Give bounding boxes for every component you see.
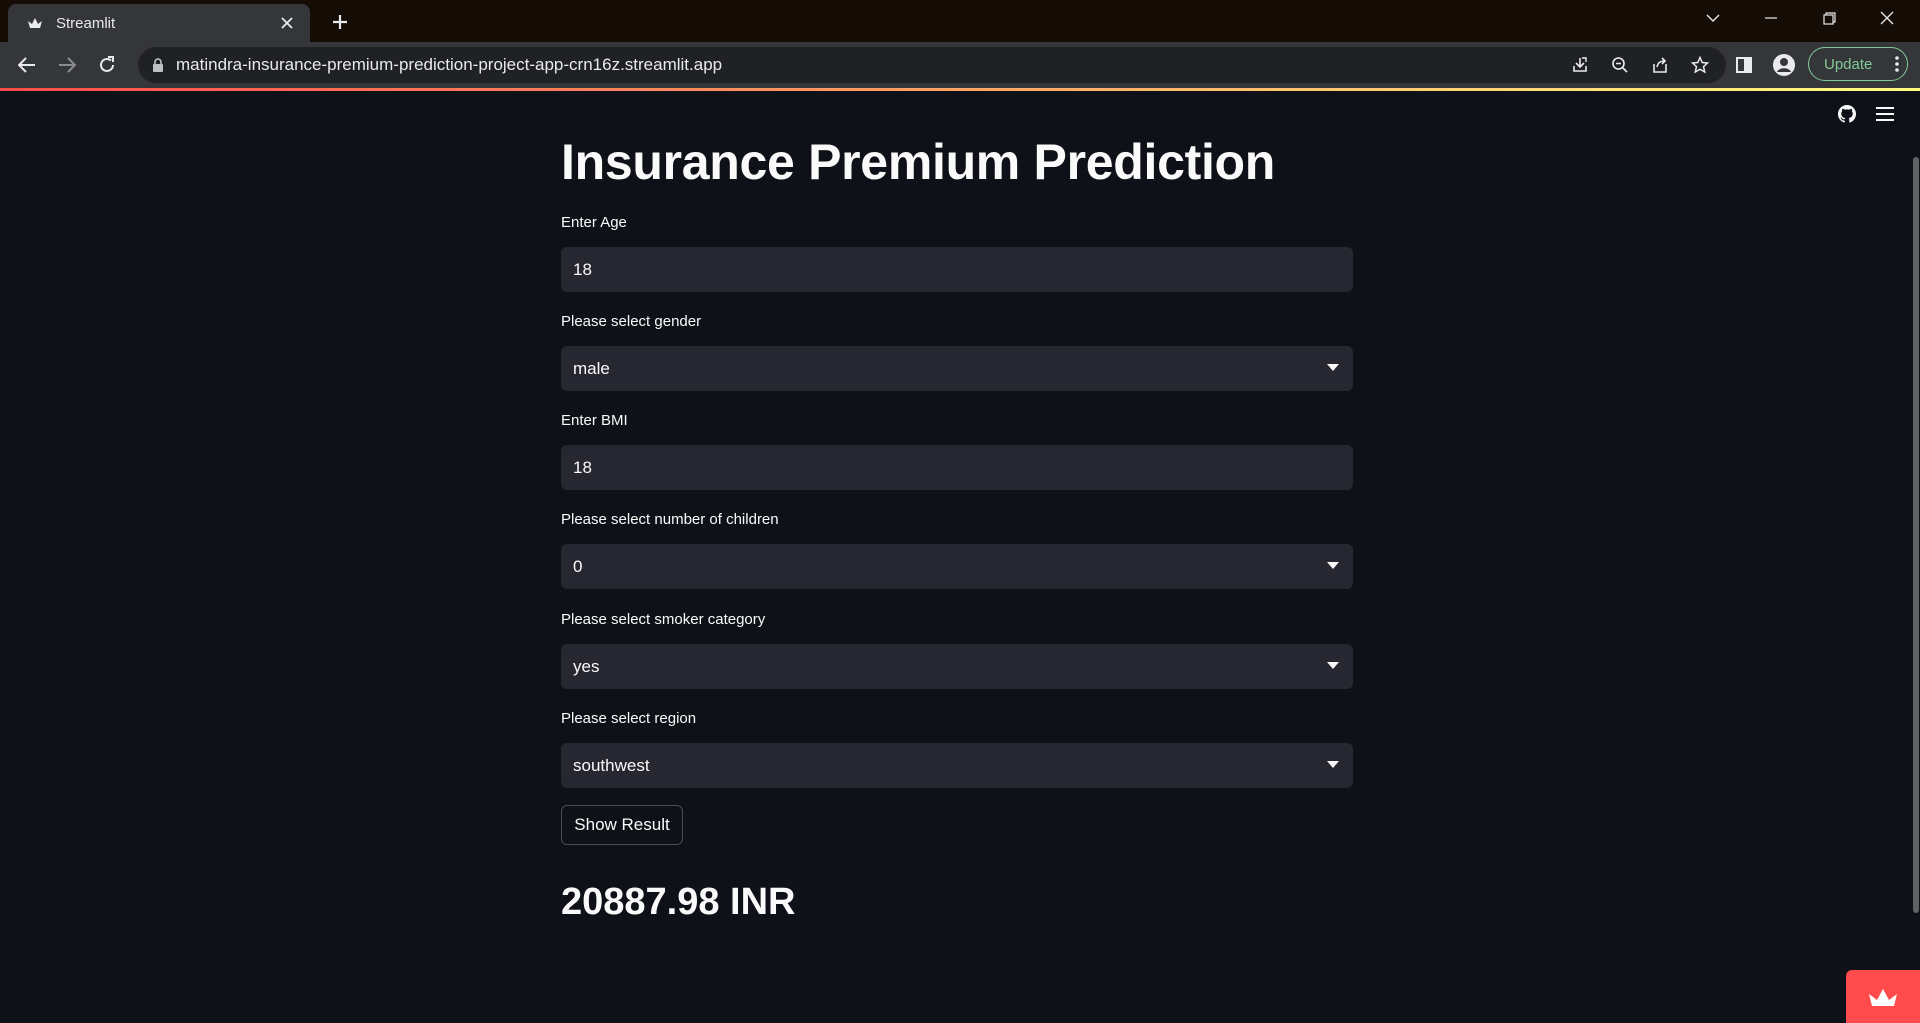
- lock-icon[interactable]: [152, 58, 164, 72]
- age-field: Enter Age 18: [561, 214, 1353, 292]
- tab-search-icon[interactable]: [1684, 0, 1742, 36]
- bmi-field: Enter BMI 18: [561, 412, 1353, 490]
- gender-field: Please select gender male: [561, 313, 1353, 391]
- zoom-icon[interactable]: [1604, 49, 1636, 81]
- bmi-input[interactable]: 18: [561, 445, 1353, 490]
- caret-down-icon: [1327, 761, 1339, 768]
- restore-icon[interactable]: [1800, 0, 1858, 36]
- back-icon[interactable]: [11, 49, 43, 81]
- region-value: southwest: [573, 755, 650, 775]
- url-text[interactable]: matindra-insurance-premium-prediction-pr…: [176, 55, 1564, 75]
- children-field: Please select number of children 0: [561, 511, 1353, 589]
- age-value: 18: [573, 259, 592, 279]
- update-label: Update: [1824, 55, 1873, 73]
- region-label: Please select region: [561, 710, 697, 727]
- tab-close-icon[interactable]: [274, 10, 300, 36]
- side-panel-icon[interactable]: [1728, 49, 1760, 81]
- bmi-value: 18: [573, 457, 592, 477]
- bookmark-star-icon[interactable]: [1684, 49, 1716, 81]
- caret-down-icon: [1327, 662, 1339, 669]
- hamburger-menu-icon[interactable]: [1876, 107, 1894, 126]
- children-label: Please select number of children: [561, 511, 779, 528]
- browser-toolbar: matindra-insurance-premium-prediction-pr…: [0, 42, 1920, 88]
- github-icon[interactable]: [1838, 105, 1856, 128]
- age-input[interactable]: 18: [561, 247, 1353, 292]
- browser-tab-bar: Streamlit: [0, 0, 1920, 42]
- reload-icon[interactable]: [91, 49, 123, 81]
- caret-down-icon: [1327, 364, 1339, 371]
- smoker-value: yes: [573, 656, 600, 676]
- streamlit-logo-icon: [1869, 988, 1897, 1006]
- forward-icon[interactable]: [51, 49, 83, 81]
- bmi-label: Enter BMI: [561, 412, 628, 429]
- prediction-result: 20887.98 INR: [561, 881, 796, 923]
- streamlit-badge[interactable]: [1846, 970, 1920, 1023]
- tab-title: Streamlit: [56, 14, 116, 32]
- streamlit-favicon-icon: [26, 14, 44, 32]
- show-result-button[interactable]: Show Result: [561, 805, 683, 845]
- children-value: 0: [573, 556, 583, 576]
- gender-select[interactable]: male: [561, 346, 1353, 391]
- address-bar[interactable]: matindra-insurance-premium-prediction-pr…: [138, 47, 1726, 83]
- region-select[interactable]: southwest: [561, 743, 1353, 788]
- share-icon[interactable]: [1644, 49, 1676, 81]
- scrollbar[interactable]: [1913, 157, 1919, 913]
- new-tab-icon[interactable]: [324, 6, 356, 38]
- children-select[interactable]: 0: [561, 544, 1353, 589]
- gender-value: male: [573, 358, 610, 378]
- caret-down-icon: [1327, 562, 1339, 569]
- minimize-icon[interactable]: [1742, 0, 1800, 36]
- age-label: Enter Age: [561, 214, 627, 231]
- gender-label: Please select gender: [561, 313, 702, 330]
- update-button[interactable]: Update: [1808, 47, 1908, 81]
- smoker-field: Please select smoker category yes: [561, 611, 1353, 689]
- smoker-select[interactable]: yes: [561, 644, 1353, 689]
- chrome-menu-icon[interactable]: [1895, 56, 1899, 76]
- browser-tab[interactable]: Streamlit: [8, 4, 310, 42]
- page-title: Insurance Premium Prediction: [561, 134, 1276, 190]
- region-field: Please select region southwest: [561, 710, 1353, 788]
- smoker-label: Please select smoker category: [561, 611, 766, 628]
- streamlit-app: Insurance Premium Prediction Enter Age 1…: [0, 91, 1920, 1023]
- install-app-icon[interactable]: [1564, 49, 1596, 81]
- profile-avatar-icon[interactable]: [1768, 49, 1800, 81]
- window-close-icon[interactable]: [1858, 0, 1916, 36]
